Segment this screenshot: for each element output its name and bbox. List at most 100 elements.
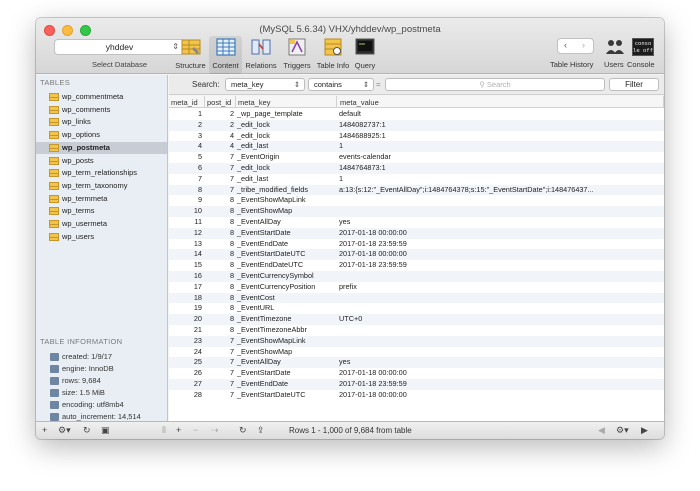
cell-meta-key[interactable]: _EventEndDate bbox=[237, 379, 288, 390]
sidebar-item-wp-terms[interactable]: wp_terms bbox=[36, 205, 167, 217]
cell-meta-value[interactable]: UTC+0 bbox=[339, 314, 362, 325]
table-row[interactable]: 25 7 _EventAllDay yes bbox=[169, 357, 664, 369]
cell-post-id[interactable]: 8 bbox=[230, 271, 234, 282]
remove-row-button[interactable]: − bbox=[193, 425, 198, 435]
gear-icon[interactable]: ⚙▾ bbox=[616, 425, 629, 436]
cell-meta-value[interactable]: events-calendar bbox=[339, 152, 391, 163]
table-row[interactable]: 21 8 _EventTimezoneAbbr bbox=[169, 325, 664, 336]
cell-meta-value[interactable]: yes bbox=[339, 217, 350, 228]
cell-meta-key[interactable]: _tribe_modified_fields bbox=[237, 185, 308, 196]
table-row[interactable]: 9 8 _EventShowMapLink bbox=[169, 195, 664, 206]
cell-post-id[interactable]: 8 bbox=[230, 217, 234, 228]
table-row[interactable]: 16 8 _EventCurrencySymbol bbox=[169, 271, 664, 282]
column-header-meta-key[interactable]: meta_key bbox=[238, 98, 271, 107]
duplicate-row-button[interactable]: ⇢ bbox=[211, 425, 219, 436]
filter-tables-icon[interactable]: ▣ bbox=[101, 425, 110, 436]
cell-meta-id[interactable]: 7 bbox=[198, 174, 202, 185]
cell-meta-id[interactable]: 27 bbox=[194, 379, 202, 390]
relations-button[interactable]: Relations bbox=[242, 38, 280, 74]
cell-post-id[interactable]: 7 bbox=[230, 357, 234, 368]
cell-post-id[interactable]: 7 bbox=[230, 163, 234, 174]
table-row[interactable]: 19 8 _EventURL bbox=[169, 303, 664, 314]
sidebar-item-wp-term-relationships[interactable]: wp_term_relationships bbox=[36, 167, 167, 179]
cell-meta-id[interactable]: 17 bbox=[194, 282, 202, 293]
cell-meta-value[interactable]: 2017-01-18 00:00:00 bbox=[339, 368, 407, 379]
cell-meta-key[interactable]: _EventEndDateUTC bbox=[237, 260, 303, 271]
table-row[interactable]: 13 8 _EventEndDate 2017-01-18 23:59:59 bbox=[169, 239, 664, 250]
cell-meta-id[interactable]: 15 bbox=[194, 260, 202, 271]
column-header-post-id[interactable]: post_id bbox=[207, 98, 231, 107]
cell-post-id[interactable]: 7 bbox=[230, 368, 234, 379]
cell-post-id[interactable]: 4 bbox=[230, 141, 234, 152]
cell-post-id[interactable]: 4 bbox=[230, 131, 234, 142]
cell-meta-id[interactable]: 5 bbox=[198, 152, 202, 163]
cell-post-id[interactable]: 7 bbox=[230, 390, 234, 401]
cell-meta-value[interactable]: yes bbox=[339, 357, 350, 368]
cell-post-id[interactable]: 7 bbox=[230, 347, 234, 358]
cell-post-id[interactable]: 8 bbox=[230, 195, 234, 206]
database-select[interactable]: yhddev ⇕ bbox=[54, 39, 185, 55]
cell-meta-id[interactable]: 23 bbox=[194, 336, 202, 347]
cell-meta-key[interactable]: _EventStartDate bbox=[237, 228, 291, 239]
table-row[interactable]: 14 8 _EventStartDateUTC 2017-01-18 00:00:00 bbox=[169, 249, 664, 261]
cell-meta-id[interactable]: 3 bbox=[198, 131, 202, 142]
cell-post-id[interactable]: 8 bbox=[230, 260, 234, 271]
cell-meta-id[interactable]: 13 bbox=[194, 239, 202, 250]
table-row[interactable]: 18 8 _EventCost bbox=[169, 292, 664, 304]
cell-meta-key[interactable]: _EventEndDate bbox=[237, 239, 288, 250]
cell-meta-key[interactable]: _wp_page_template bbox=[237, 109, 303, 120]
cell-meta-key[interactable]: _EventAllDay bbox=[237, 357, 281, 368]
cell-post-id[interactable]: 8 bbox=[230, 249, 234, 260]
cell-post-id[interactable]: 2 bbox=[230, 120, 234, 131]
query-button[interactable]: Query bbox=[352, 38, 378, 74]
cell-post-id[interactable]: 8 bbox=[230, 228, 234, 239]
table-row[interactable]: 12 8 _EventStartDate 2017-01-18 00:00:00 bbox=[169, 227, 664, 239]
cell-meta-key[interactable]: _edit_lock bbox=[237, 131, 270, 142]
table-row[interactable]: 23 7 _EventShowMapLink bbox=[169, 335, 664, 347]
cell-post-id[interactable]: 8 bbox=[230, 293, 234, 304]
cell-meta-id[interactable]: 20 bbox=[194, 314, 202, 325]
table-row[interactable]: 6 7 _edit_lock 1484764873:1 bbox=[169, 163, 664, 174]
cell-meta-value[interactable]: 2017-01-18 23:59:59 bbox=[339, 379, 407, 390]
cell-meta-value[interactable]: 1 bbox=[339, 174, 343, 185]
cell-meta-id[interactable]: 18 bbox=[194, 293, 202, 304]
cell-post-id[interactable]: 7 bbox=[230, 379, 234, 390]
previous-page-icon[interactable]: ◀ bbox=[598, 425, 605, 436]
cell-post-id[interactable]: 7 bbox=[230, 336, 234, 347]
cell-meta-value[interactable]: 1484082737:1 bbox=[339, 120, 386, 131]
table-row[interactable]: 27 7 _EventEndDate 2017-01-18 23:59:59 bbox=[169, 379, 664, 390]
console-button[interactable]: conso le off bbox=[632, 38, 654, 56]
cell-meta-value[interactable]: 1484764873:1 bbox=[339, 163, 386, 174]
cell-meta-key[interactable]: _EventShowMap bbox=[237, 347, 292, 358]
cell-meta-id[interactable]: 12 bbox=[194, 228, 202, 239]
cell-post-id[interactable]: 8 bbox=[230, 282, 234, 293]
cell-post-id[interactable]: 7 bbox=[230, 152, 234, 163]
cell-meta-key[interactable]: _EventURL bbox=[237, 303, 274, 314]
cell-meta-id[interactable]: 21 bbox=[194, 325, 202, 336]
sidebar-item-wp-users[interactable]: wp_users bbox=[36, 231, 167, 243]
users-button[interactable] bbox=[605, 38, 625, 56]
cell-meta-value[interactable]: 1484688925:1 bbox=[339, 131, 386, 142]
refresh-icon[interactable]: ↻ bbox=[83, 425, 91, 436]
cell-meta-value[interactable]: default bbox=[339, 109, 361, 120]
table-row[interactable]: 24 7 _EventShowMap bbox=[169, 347, 664, 358]
cell-meta-id[interactable]: 9 bbox=[198, 195, 202, 206]
table-row[interactable]: 10 8 _EventShowMap bbox=[169, 206, 664, 217]
cell-meta-key[interactable]: _edit_lock bbox=[237, 163, 270, 174]
cell-meta-id[interactable]: 24 bbox=[194, 347, 202, 358]
cell-post-id[interactable]: 8 bbox=[230, 303, 234, 314]
cell-meta-key[interactable]: _EventTimezoneAbbr bbox=[237, 325, 307, 336]
cell-meta-id[interactable]: 25 bbox=[194, 357, 202, 368]
table-row[interactable]: 20 8 _EventTimezone UTC+0 bbox=[169, 314, 664, 325]
cell-meta-value[interactable]: 2017-01-18 00:00:00 bbox=[339, 390, 407, 401]
cell-meta-value[interactable]: 2017-01-18 00:00:00 bbox=[339, 228, 407, 239]
sidebar-item-wp-links[interactable]: wp_links bbox=[36, 116, 167, 128]
table-row[interactable]: 17 8 _EventCurrencyPosition prefix bbox=[169, 282, 664, 293]
chevron-left-icon[interactable]: ‹ bbox=[564, 40, 567, 50]
add-row-button[interactable]: + bbox=[176, 425, 181, 435]
cell-meta-id[interactable]: 6 bbox=[198, 163, 202, 174]
export-icon[interactable]: ⇪ bbox=[257, 425, 265, 436]
cell-meta-key[interactable]: _EventStartDateUTC bbox=[237, 249, 306, 260]
cell-meta-id[interactable]: 8 bbox=[198, 185, 202, 196]
cell-meta-key[interactable]: _EventStartDate bbox=[237, 368, 291, 379]
